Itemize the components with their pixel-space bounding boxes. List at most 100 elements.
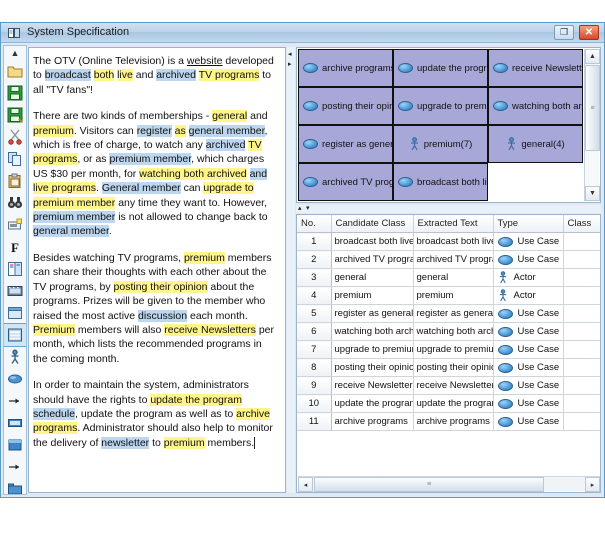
type-cell[interactable]: Use Case [493, 232, 564, 251]
type-cell[interactable]: Actor [493, 286, 564, 305]
specification-text[interactable]: The OTV (Online Television) is a website… [29, 48, 285, 468]
table-row[interactable]: 9 receive Newsletters receive Newsletters U… [297, 376, 600, 395]
window-title-bar[interactable]: System Specification ❐ ✕ [1, 23, 604, 43]
type-cell[interactable]: Actor [493, 268, 564, 287]
class-cell[interactable] [563, 358, 600, 377]
save-as-icon[interactable] [4, 104, 26, 126]
class-cell[interactable] [563, 286, 600, 305]
type-cell[interactable]: Use Case [493, 412, 564, 431]
class-box-icon[interactable] [4, 412, 26, 434]
column-header-no[interactable]: No. [297, 215, 332, 233]
highlight-icon[interactable] [4, 214, 26, 236]
filmstrip-icon[interactable] [4, 280, 26, 302]
type-cell[interactable]: Use Case [493, 358, 564, 377]
extracted-text-cell[interactable]: update the program [413, 394, 494, 413]
candidate-class-cell[interactable]: archived TV programs [331, 250, 414, 269]
grid-vertical-scrollbar[interactable]: ▲ ≡ ▼ [584, 49, 600, 201]
grid-cell-use-case[interactable]: register as gener... [298, 125, 393, 163]
class-cell[interactable] [563, 304, 600, 323]
candidate-class-cell[interactable]: broadcast both live [331, 232, 414, 251]
class-cell[interactable] [563, 268, 600, 287]
type-cell[interactable]: Use Case [493, 304, 564, 323]
grid-cell-actor[interactable]: general(4) [488, 125, 583, 163]
grid-cell-use-case[interactable]: archived TV prog... [298, 163, 393, 201]
candidate-class-cell[interactable]: receive Newsletters [331, 376, 414, 395]
candidate-class-cell[interactable]: general [331, 268, 414, 287]
candidate-class-table[interactable]: No. Candidate Class Extracted Text Type Clas… [297, 215, 600, 431]
paste-icon[interactable] [4, 170, 26, 192]
package-icon[interactable] [4, 478, 26, 494]
column-header-class[interactable]: Class [563, 215, 600, 233]
table-scrollbar-thumb[interactable]: ≡ [314, 477, 544, 492]
column-header-extractedtext[interactable]: Extracted Text [413, 215, 494, 233]
candidate-class-cell[interactable]: premium [331, 286, 414, 305]
extracted-text-cell[interactable]: register as general member [413, 304, 494, 323]
extracted-text-cell[interactable]: archive programs [413, 412, 494, 431]
type-cell[interactable]: Use Case [493, 340, 564, 359]
palette-scroll-up[interactable]: ▲ [4, 46, 26, 60]
table-horizontal-scrollbar[interactable]: ◂ ≡ ▸ [298, 476, 600, 492]
class-cell[interactable] [563, 232, 600, 251]
tool-palette[interactable]: ▲ F ▼ [3, 45, 27, 495]
grid-cell-use-case[interactable]: archive programs... [298, 49, 393, 87]
splitter-right-arrow[interactable]: ▸ [288, 61, 292, 68]
table-row[interactable]: 11 archive programs archive programs Use Ca… [297, 412, 600, 431]
candidate-class-cell[interactable]: watching both archived [331, 322, 414, 341]
find-binoculars-icon[interactable] [4, 192, 26, 214]
grid-scrollbar-thumb[interactable]: ≡ [585, 65, 600, 151]
table-scroll-left-button[interactable]: ◂ [298, 477, 313, 492]
grid-scroll-up-button[interactable]: ▲ [585, 49, 600, 64]
use-case-icon[interactable] [4, 368, 26, 390]
class-cell[interactable] [563, 340, 600, 359]
table-row[interactable]: 1 broadcast both live broadcast both live U… [297, 232, 600, 251]
table-scroll-right-button[interactable]: ▸ [585, 477, 600, 492]
grid-cell-use-case[interactable]: watching both ar... [488, 87, 583, 125]
table-row[interactable]: 5register as general memberregister as g… [297, 304, 600, 323]
column-header-type[interactable]: Type [493, 215, 564, 233]
panel-icon[interactable] [4, 302, 26, 324]
table-row[interactable]: 7upgrade to premiumupgrade to premiumUse… [297, 340, 600, 359]
class-cell[interactable] [563, 412, 600, 431]
table-row[interactable]: 8 posting their opinion posting their opin… [297, 358, 600, 377]
grid-cell-use-case[interactable]: broadcast both li... [393, 163, 488, 201]
grid-cell-use-case[interactable]: upgrade to premi... [393, 87, 488, 125]
class-cell[interactable] [563, 376, 600, 395]
extracted-text-cell[interactable]: premium [413, 286, 494, 305]
extracted-text-cell[interactable]: general [413, 268, 494, 287]
table-row[interactable]: 6watching both archivedwatching both arc… [297, 322, 600, 341]
table-row[interactable]: 2archived TV programsarchived TV program… [297, 250, 600, 269]
copy-icon[interactable] [4, 148, 26, 170]
type-cell[interactable]: Use Case [493, 376, 564, 395]
candidate-class-cell[interactable]: update the program [331, 394, 414, 413]
extracted-text-cell[interactable]: posting their opinion [413, 358, 494, 377]
extracted-text-cell[interactable]: broadcast both live [413, 232, 494, 251]
grid-cell-use-case[interactable]: posting their opin... [298, 87, 393, 125]
candidate-class-cell[interactable]: upgrade to premium [331, 340, 414, 359]
specification-text-pane[interactable]: The OTV (Online Television) is a website… [28, 47, 286, 493]
splitter-left-arrow[interactable]: ◂ [288, 51, 292, 58]
restore-button[interactable]: ❐ [554, 25, 574, 40]
type-cell[interactable]: Use Case [493, 394, 564, 413]
candidate-class-table-panel[interactable]: No. Candidate Class Extracted Text Type Clas… [296, 214, 601, 493]
splitter-down-arrow[interactable]: ▾ [306, 205, 310, 213]
horizontal-splitter[interactable]: ▴ ▾ [296, 205, 601, 213]
extracted-text-cell[interactable]: upgrade to premium [413, 340, 494, 359]
document-compare-icon[interactable] [4, 258, 26, 280]
column-header-candidateclass[interactable]: Candidate Class [331, 215, 414, 233]
cut-scissors-icon[interactable] [4, 126, 26, 148]
vertical-splitter[interactable]: ◂ ▸ [287, 47, 295, 493]
table-row[interactable]: 4 premium premium Actor [297, 286, 600, 305]
extracted-text-cell[interactable]: archived TV programs [413, 250, 494, 269]
save-icon[interactable] [4, 82, 26, 104]
candidate-class-cell[interactable]: register as general member [331, 304, 414, 323]
close-button[interactable]: ✕ [579, 25, 599, 40]
open-folder-icon[interactable] [4, 60, 26, 82]
grid-scroll-down-button[interactable]: ▼ [585, 186, 600, 201]
notes-panel-icon[interactable] [4, 323, 26, 347]
type-cell[interactable]: Use Case [493, 250, 564, 269]
class-cell[interactable] [563, 322, 600, 341]
table-row[interactable]: 3 general general Actor [297, 268, 600, 287]
candidate-class-cell[interactable]: posting their opinion [331, 358, 414, 377]
class-cell[interactable] [563, 250, 600, 269]
type-cell[interactable]: Use Case [493, 322, 564, 341]
